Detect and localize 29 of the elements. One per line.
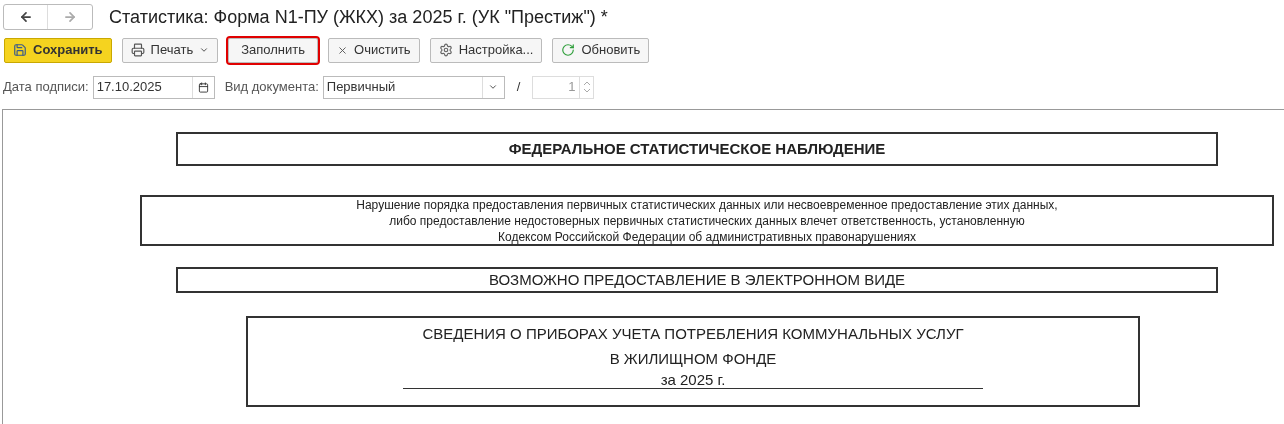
caret-icon [199,45,210,55]
toolbar-button[interactable]: Настройка... [429,37,543,63]
toolbar-button[interactable]: Печать [121,37,219,63]
warning-text: Нарушение порядка предоставления первичных статистических данных или несвоевременное предоставление этих данных, [356,196,1058,213]
field-label: Вид документа: [224,78,319,97]
refresh-icon [561,43,576,57]
period-text: за 2025 г. [403,371,983,389]
field-label: Дата подписи: [3,78,89,97]
window-title: Статистика: Форма N1-ПУ (ЖКХ) за 2025 г. (УК "Престиж") * [109,5,608,29]
electronic-box: ВОЗМОЖНО ПРЕДОСТАВЛЕНИЕ В ЭЛЕКТРОННОМ ВИДЕ [176,267,1218,293]
toolbar-button[interactable]: Заполнить [228,37,319,63]
form-title: В ЖИЛИЩНОМ ФОНДЕ [609,349,777,369]
printer-icon [130,43,145,57]
spinner-icon [582,80,591,94]
warning-text: либо предоставление недостоверных первичных статистических данных влечет ответственность, установленную [389,212,1025,229]
document-type-select[interactable]: Первичный [322,75,505,99]
date-field[interactable]: 17.10.2025 [92,75,215,99]
warning-text: Кодексом Российской Федерации об административных правонарушениях [498,228,916,245]
form-title: СВЕДЕНИЯ О ПРИБОРАХ УЧЕТА ПОТРЕБЛЕНИЯ КОММУНАЛЬНЫХ УСЛУГ [422,324,964,344]
settings-icon [438,43,453,57]
toolbar-button[interactable]: Обновить [552,37,650,63]
caret-icon [488,82,499,92]
save-icon [13,43,27,57]
toolbar-button[interactable]: Очистить [328,37,420,63]
close-icon [337,44,349,56]
separator-text: / [516,78,521,97]
toolbar-button[interactable]: Сохранить [4,37,112,63]
calendar-icon [197,81,209,93]
header-box: ФЕДЕРАЛЬНОЕ СТАТИСТИЧЕСКОЕ НАБЛЮДЕНИЕ [176,132,1218,166]
